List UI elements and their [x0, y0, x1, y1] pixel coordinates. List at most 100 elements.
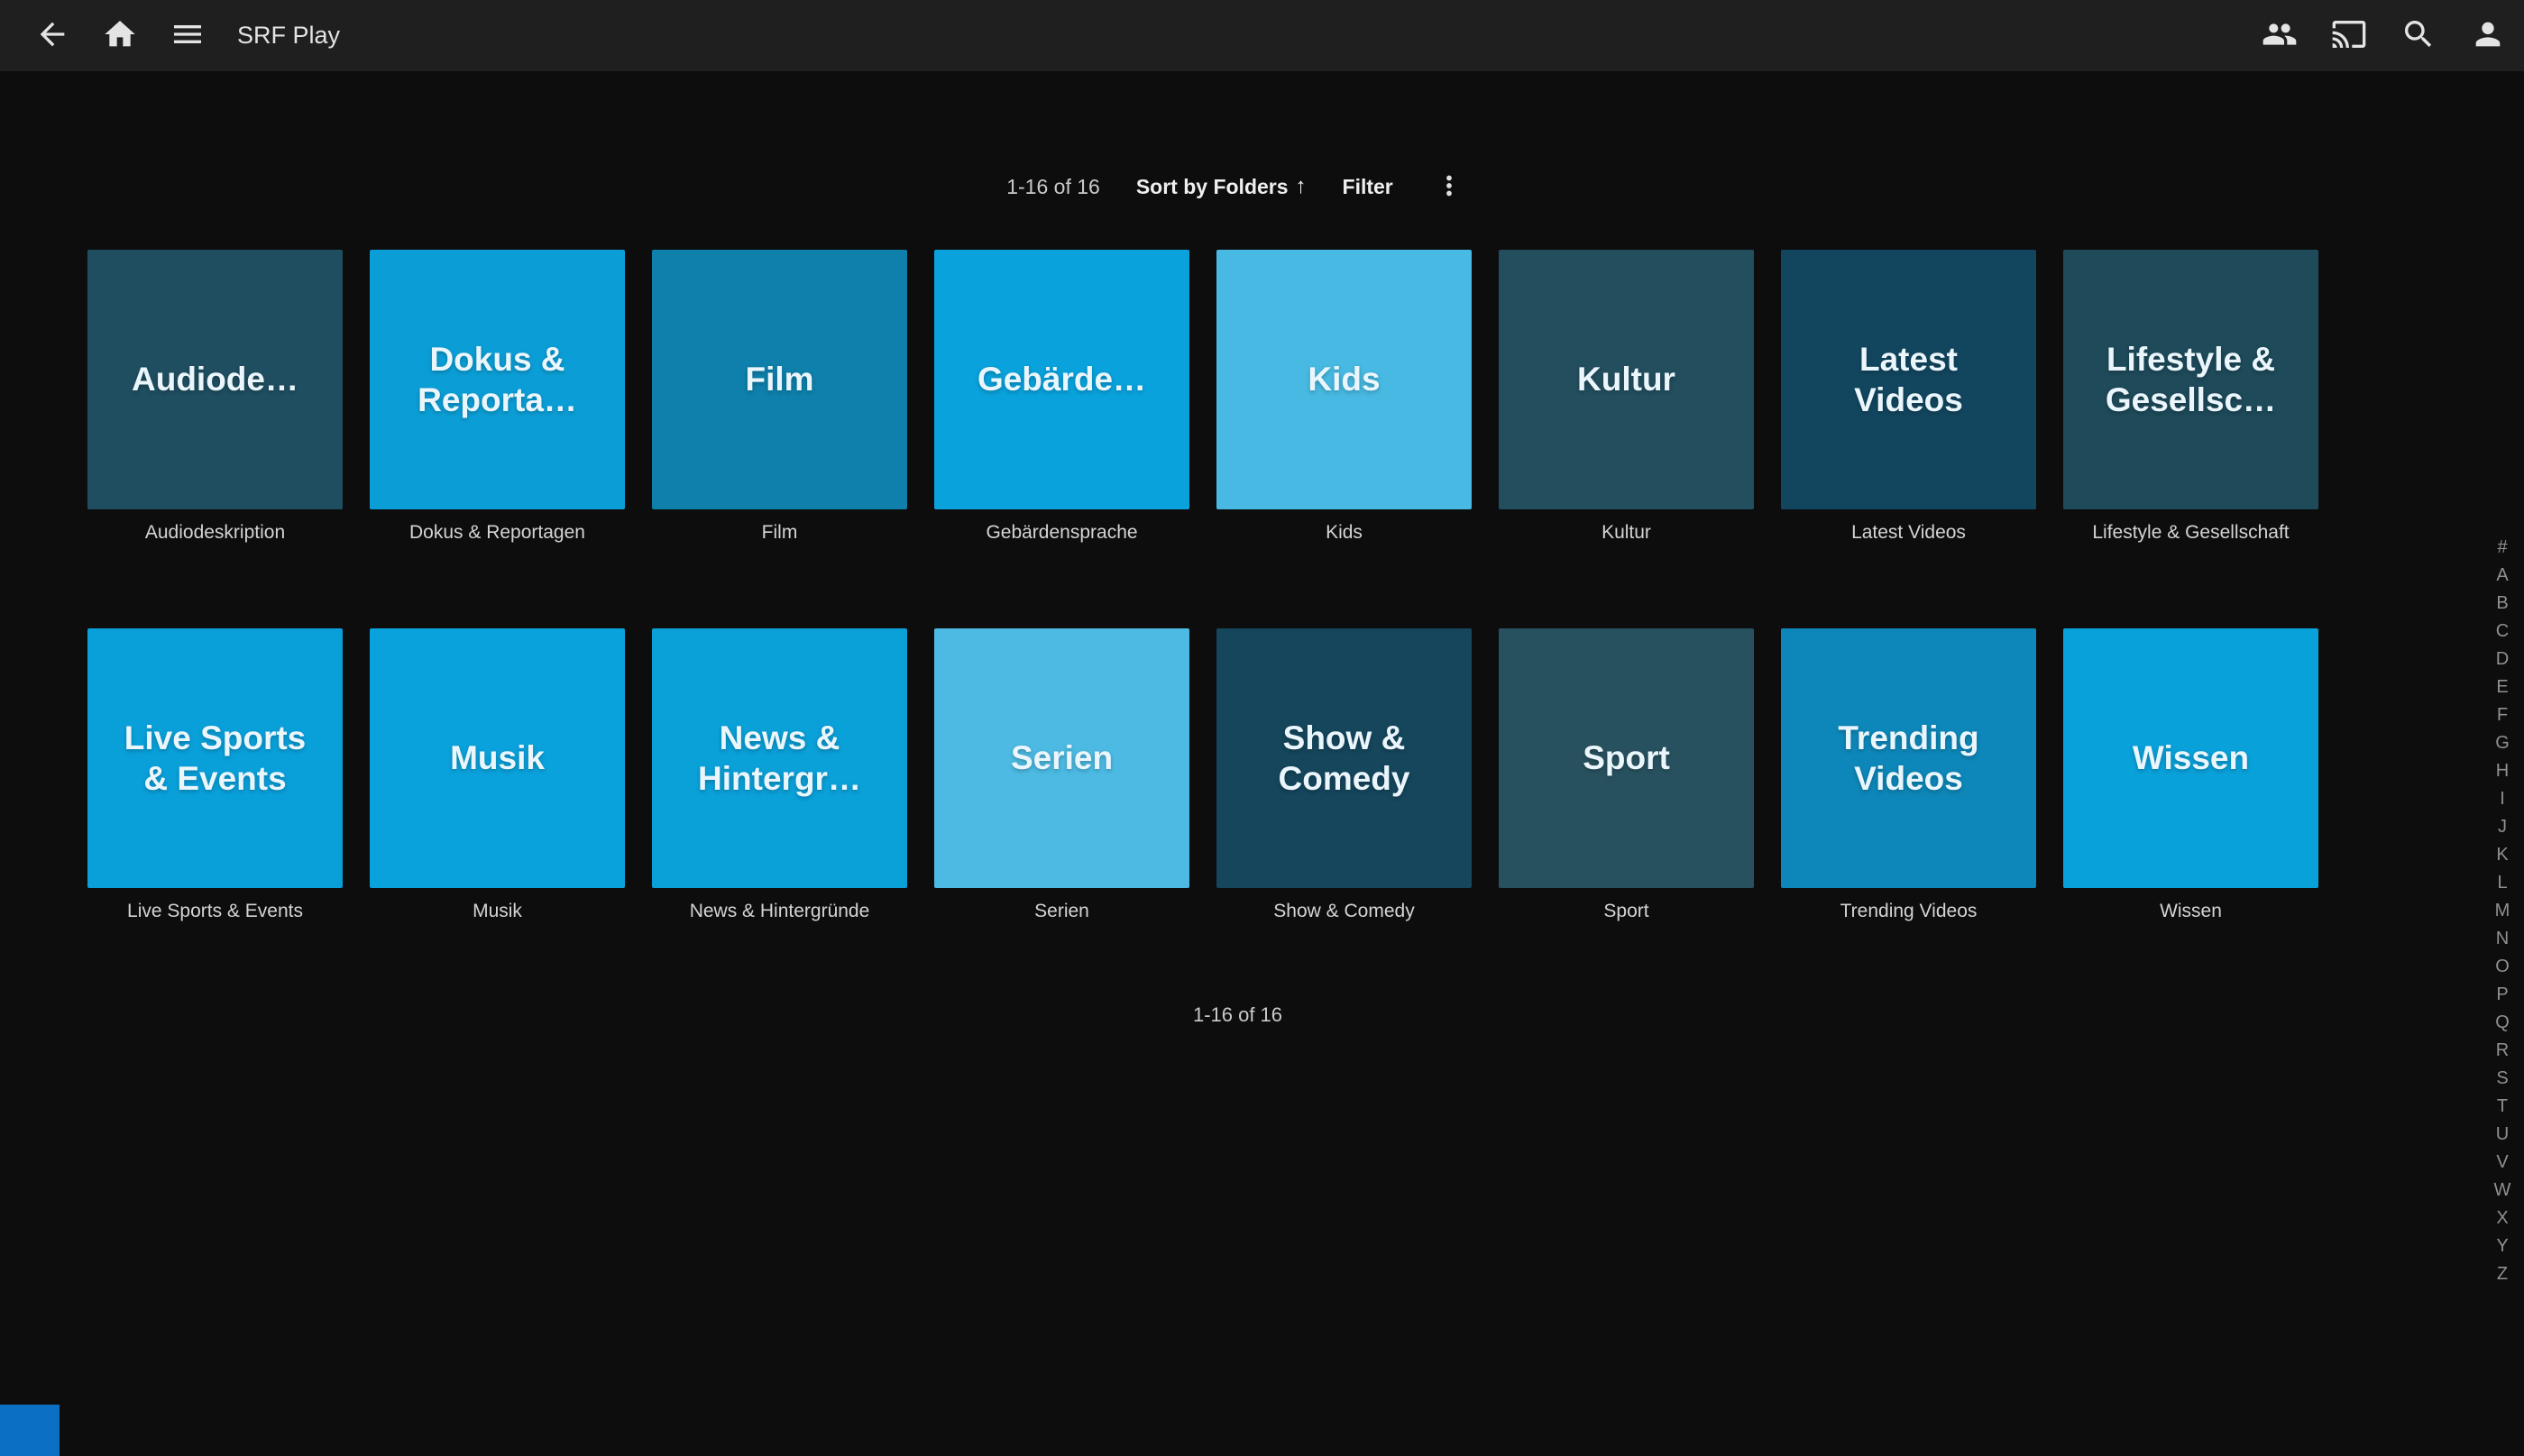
back-button[interactable]: [32, 16, 72, 56]
search-icon: [2400, 16, 2437, 55]
folder-card[interactable]: Musik Musik: [370, 628, 625, 922]
alphabet-letter[interactable]: O: [2495, 953, 2510, 981]
back-icon: [34, 16, 70, 55]
folder-card[interactable]: Show & Comedy Show & Comedy: [1216, 628, 1472, 922]
alphabet-letter[interactable]: W: [2494, 1177, 2511, 1204]
folder-title: Gebärde…: [977, 359, 1146, 399]
folder-caption: Serien: [934, 901, 1189, 922]
folder-card[interactable]: Serien Serien: [934, 628, 1189, 922]
folder-caption: Show & Comedy: [1216, 901, 1472, 922]
alphabet-letter[interactable]: G: [2495, 729, 2510, 757]
folder-card[interactable]: Trending Videos Trending Videos: [1781, 628, 2036, 922]
folder-caption: Film: [652, 522, 907, 544]
folder-tile[interactable]: Trending Videos: [1781, 628, 2036, 888]
folder-tile[interactable]: Show & Comedy: [1216, 628, 1472, 888]
folder-card[interactable]: Audiode…Audiodeskription: [87, 250, 343, 544]
folder-tile[interactable]: Musik: [370, 628, 625, 888]
alphabet-letter[interactable]: J: [2498, 813, 2507, 841]
folder-title: Show & Comedy: [1242, 718, 1446, 799]
folder-title: Audiode…: [132, 359, 298, 399]
folder-tile[interactable]: Film: [652, 250, 907, 509]
alphabet-letter[interactable]: M: [2495, 897, 2510, 925]
folder-caption: Latest Videos: [1781, 522, 2036, 544]
filter-button[interactable]: Filter: [1343, 175, 1393, 199]
alphabet-letter[interactable]: S: [2496, 1065, 2508, 1093]
folder-tile[interactable]: Gebärde…: [934, 250, 1189, 509]
folder-card[interactable]: Lifestyle & Gesellsc… Lifestyle & Gesells…: [2063, 250, 2318, 544]
alphabet-letter[interactable]: B: [2496, 590, 2508, 618]
folder-grid: Audiode…AudiodeskriptionDokus & Reporta……: [87, 250, 2318, 922]
folder-card[interactable]: News & Hintergr…News & Hintergründe: [652, 628, 907, 922]
search-button[interactable]: [2399, 16, 2438, 56]
folder-tile[interactable]: Sport: [1499, 628, 1754, 888]
menu-icon: [170, 16, 206, 55]
alphabet-letter[interactable]: N: [2496, 925, 2509, 953]
folder-card[interactable]: Wissen Wissen: [2063, 628, 2318, 922]
alphabet-letter[interactable]: V: [2496, 1149, 2508, 1177]
folder-title: Sport: [1583, 737, 1670, 778]
alphabet-letter[interactable]: Y: [2496, 1232, 2508, 1260]
alphabet-letter[interactable]: D: [2496, 646, 2509, 673]
alphabet-letter[interactable]: P: [2496, 981, 2508, 1009]
folder-tile[interactable]: News & Hintergr…: [652, 628, 907, 888]
folder-tile[interactable]: Latest Videos: [1781, 250, 2036, 509]
profile-button[interactable]: [2468, 16, 2508, 56]
alphabet-letter[interactable]: E: [2496, 673, 2508, 701]
folder-card[interactable]: Live Sports & EventsLive Sports & Events: [87, 628, 343, 922]
folder-tile[interactable]: Lifestyle & Gesellsc…: [2063, 250, 2318, 509]
folder-tile[interactable]: Serien: [934, 628, 1189, 888]
folder-card[interactable]: Dokus & Reporta… Dokus & Reportagen: [370, 250, 625, 544]
alphabet-letter[interactable]: X: [2496, 1204, 2508, 1232]
folder-card[interactable]: KulturKultur: [1499, 250, 1754, 544]
folder-card[interactable]: SportSport: [1499, 628, 1754, 922]
alphabet-letter[interactable]: Z: [2497, 1260, 2508, 1288]
folder-tile[interactable]: Live Sports & Events: [87, 628, 343, 888]
folder-tile[interactable]: Wissen: [2063, 628, 2318, 888]
folder-tile[interactable]: Dokus & Reporta…: [370, 250, 625, 509]
folder-caption: Lifestyle & Gesellschaft: [2063, 522, 2318, 544]
folder-title: Kids: [1308, 359, 1380, 399]
folder-tile[interactable]: Audiode…: [87, 250, 343, 509]
alphabet-letter[interactable]: L: [2497, 869, 2507, 897]
alphabet-letter[interactable]: U: [2496, 1121, 2509, 1149]
folder-title: Lifestyle & Gesellsc…: [2088, 339, 2293, 420]
alphabet-letter[interactable]: #: [2497, 534, 2507, 562]
folder-caption: Musik: [370, 901, 625, 922]
folder-caption: Gebärdensprache: [934, 522, 1189, 544]
folder-card[interactable]: KidsKids: [1216, 250, 1472, 544]
folder-tile[interactable]: Kultur: [1499, 250, 1754, 509]
alphabet-letter[interactable]: A: [2496, 562, 2508, 590]
group-button[interactable]: [2260, 16, 2299, 56]
menu-button[interactable]: [168, 16, 207, 56]
folder-caption: Dokus & Reportagen: [370, 522, 625, 544]
folder-caption: Wissen: [2063, 901, 2318, 922]
folder-title: Film: [745, 359, 813, 399]
alphabet-letter[interactable]: K: [2496, 841, 2508, 869]
cast-button[interactable]: [2329, 16, 2369, 56]
folder-card[interactable]: Film Film: [652, 250, 907, 544]
alphabet-letter[interactable]: Q: [2495, 1009, 2510, 1037]
profile-icon: [2470, 16, 2506, 55]
folder-card[interactable]: Gebärde… Gebärdensprache: [934, 250, 1189, 544]
folder-title: News & Hintergr…: [677, 718, 882, 799]
alphabet-letter[interactable]: F: [2497, 701, 2508, 729]
page-title: SRF Play: [237, 22, 340, 50]
folder-title: Serien: [1011, 737, 1113, 778]
folder-title: Kultur: [1577, 359, 1675, 399]
home-button[interactable]: [100, 16, 140, 56]
scroll-indicator[interactable]: [0, 1405, 60, 1456]
alphabet-scrollbar: #ABCDEFGHIJKLMNOPQRSTUVWXYZ: [2488, 534, 2517, 1288]
alphabet-letter[interactable]: I: [2500, 785, 2505, 813]
folder-title: Musik: [450, 737, 545, 778]
folder-caption: Trending Videos: [1781, 901, 2036, 922]
folder-tile[interactable]: Kids: [1216, 250, 1472, 509]
alphabet-letter[interactable]: T: [2497, 1093, 2508, 1121]
sort-label: Sort by Folders: [1136, 175, 1289, 199]
alphabet-letter[interactable]: H: [2496, 757, 2509, 785]
topbar-left-group: [32, 16, 207, 56]
sort-button[interactable]: Sort by Folders ↑: [1136, 175, 1307, 199]
alphabet-letter[interactable]: R: [2496, 1037, 2509, 1065]
alphabet-letter[interactable]: C: [2496, 618, 2509, 646]
folder-card[interactable]: Latest Videos Latest Videos: [1781, 250, 2036, 544]
more-options-button[interactable]: [1429, 167, 1469, 206]
